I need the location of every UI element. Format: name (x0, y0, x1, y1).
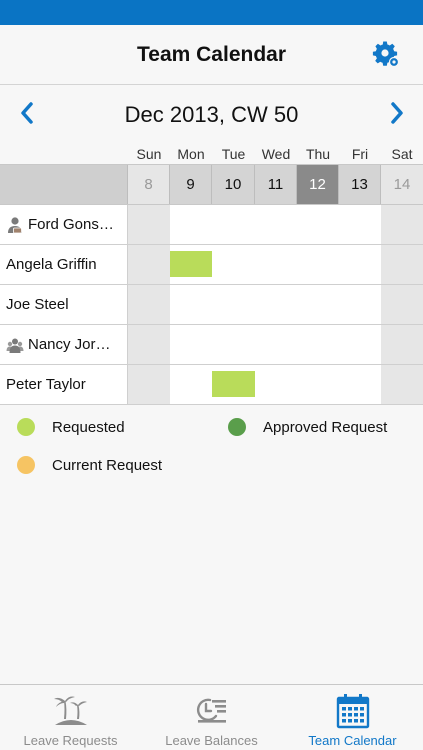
current-dot-icon (17, 456, 35, 474)
legend-approved: Approved Request (228, 418, 387, 436)
requested-dot-icon (17, 418, 35, 436)
date-row: 8 9 10 11 12 13 14 (0, 165, 423, 205)
weekday-label: Sun (136, 146, 162, 162)
team-member-label: Peter Taylor (6, 376, 86, 393)
team-member-label: Angela Griffin (6, 256, 97, 273)
leave-bar-requested[interactable] (212, 371, 255, 397)
team-member-label: Ford Gons… (28, 216, 114, 233)
tab-team-calendar[interactable]: Team Calendar (282, 685, 423, 750)
date-cell[interactable]: 13 (339, 165, 381, 204)
date-cell-today[interactable]: 12 (297, 165, 339, 204)
weekday-label: Tue (221, 146, 246, 162)
weekend-cell (381, 325, 423, 364)
team-member-label: Joe Steel (6, 296, 69, 313)
team-member-name[interactable]: Joe Steel (0, 285, 128, 324)
weekend-cell (128, 365, 170, 404)
page-title: Team Calendar (137, 43, 286, 66)
weekday-label: Sat (391, 146, 413, 162)
palm-island-icon (54, 696, 87, 725)
weekend-cell (128, 205, 170, 244)
weekday-label: Mon (177, 146, 205, 162)
legend-requested-label: Requested (52, 418, 125, 436)
team-member-row: Angela Griffin (0, 245, 423, 285)
team-member-row: Nancy Jor… (0, 325, 423, 365)
date-cell[interactable]: 14 (381, 165, 423, 204)
weekday-label: Thu (305, 146, 331, 162)
tab-leave-balances-label: Leave Balances (165, 733, 258, 748)
period-label: Dec 2013, CW 50 (124, 102, 299, 127)
weekend-cell (381, 285, 423, 324)
weekend-cell (381, 365, 423, 404)
legend-current: Current Request (17, 456, 162, 474)
tab-team-calendar-label: Team Calendar (308, 733, 397, 748)
leave-bar-requested[interactable] (170, 251, 212, 277)
legend-requested: Requested (17, 418, 125, 436)
calendar-icon (336, 694, 370, 729)
tab-bar: Leave Requests Leave Balances Team Calen… (0, 684, 423, 750)
date-cell[interactable]: 10 (212, 165, 255, 204)
weekend-cell (128, 325, 170, 364)
team-rows: Ford Gons… Angela Griffin Joe Steel Nancy J… (0, 205, 423, 405)
weekend-cell (128, 245, 170, 284)
team-member-row: Joe Steel (0, 285, 423, 325)
team-member-name[interactable]: Peter Taylor (0, 365, 128, 404)
tab-leave-balances[interactable]: Leave Balances (141, 685, 282, 750)
team-calendar-grid: 8 9 10 11 12 13 14 Ford Gons… Angela Griffin Joe… (0, 164, 423, 405)
weekend-cell (128, 285, 170, 324)
legend-approved-label: Approved Request (263, 418, 388, 436)
date-cell[interactable]: 11 (255, 165, 297, 204)
weekday-header: Sun Mon Tue Wed Thu Fri Sat (0, 146, 423, 164)
approved-dot-icon (228, 418, 246, 436)
period-selector: Dec 2013, CW 50 (0, 86, 423, 146)
legend: Requested Approved Request Current Reque… (0, 410, 423, 490)
team-member-name[interactable]: Ford Gons… (0, 205, 128, 244)
tab-leave-requests[interactable]: Leave Requests (0, 685, 141, 750)
tab-leave-requests-label: Leave Requests (23, 733, 118, 748)
team-member-row: Peter Taylor (0, 365, 423, 405)
status-bar (0, 0, 423, 25)
team-member-name[interactable]: Nancy Jor… (0, 325, 128, 364)
date-cell[interactable]: 9 (170, 165, 212, 204)
weekday-label: Wed (261, 146, 291, 162)
gear-icon[interactable] (372, 40, 400, 68)
chevron-right-icon[interactable] (382, 98, 412, 128)
navigation-bar: Team Calendar (0, 25, 423, 85)
weekend-cell (381, 245, 423, 284)
weekday-label: Fri (351, 146, 369, 162)
date-row-corner (0, 165, 128, 204)
manager-icon (8, 216, 22, 233)
balance-clock-icon (196, 698, 226, 723)
team-icon (6, 338, 24, 353)
legend-current-label: Current Request (52, 456, 163, 474)
team-member-name[interactable]: Angela Griffin (0, 245, 128, 284)
date-cell[interactable]: 8 (128, 165, 170, 204)
team-member-label: Nancy Jor… (28, 336, 111, 353)
team-member-row: Ford Gons… (0, 205, 423, 245)
weekend-cell (381, 205, 423, 244)
